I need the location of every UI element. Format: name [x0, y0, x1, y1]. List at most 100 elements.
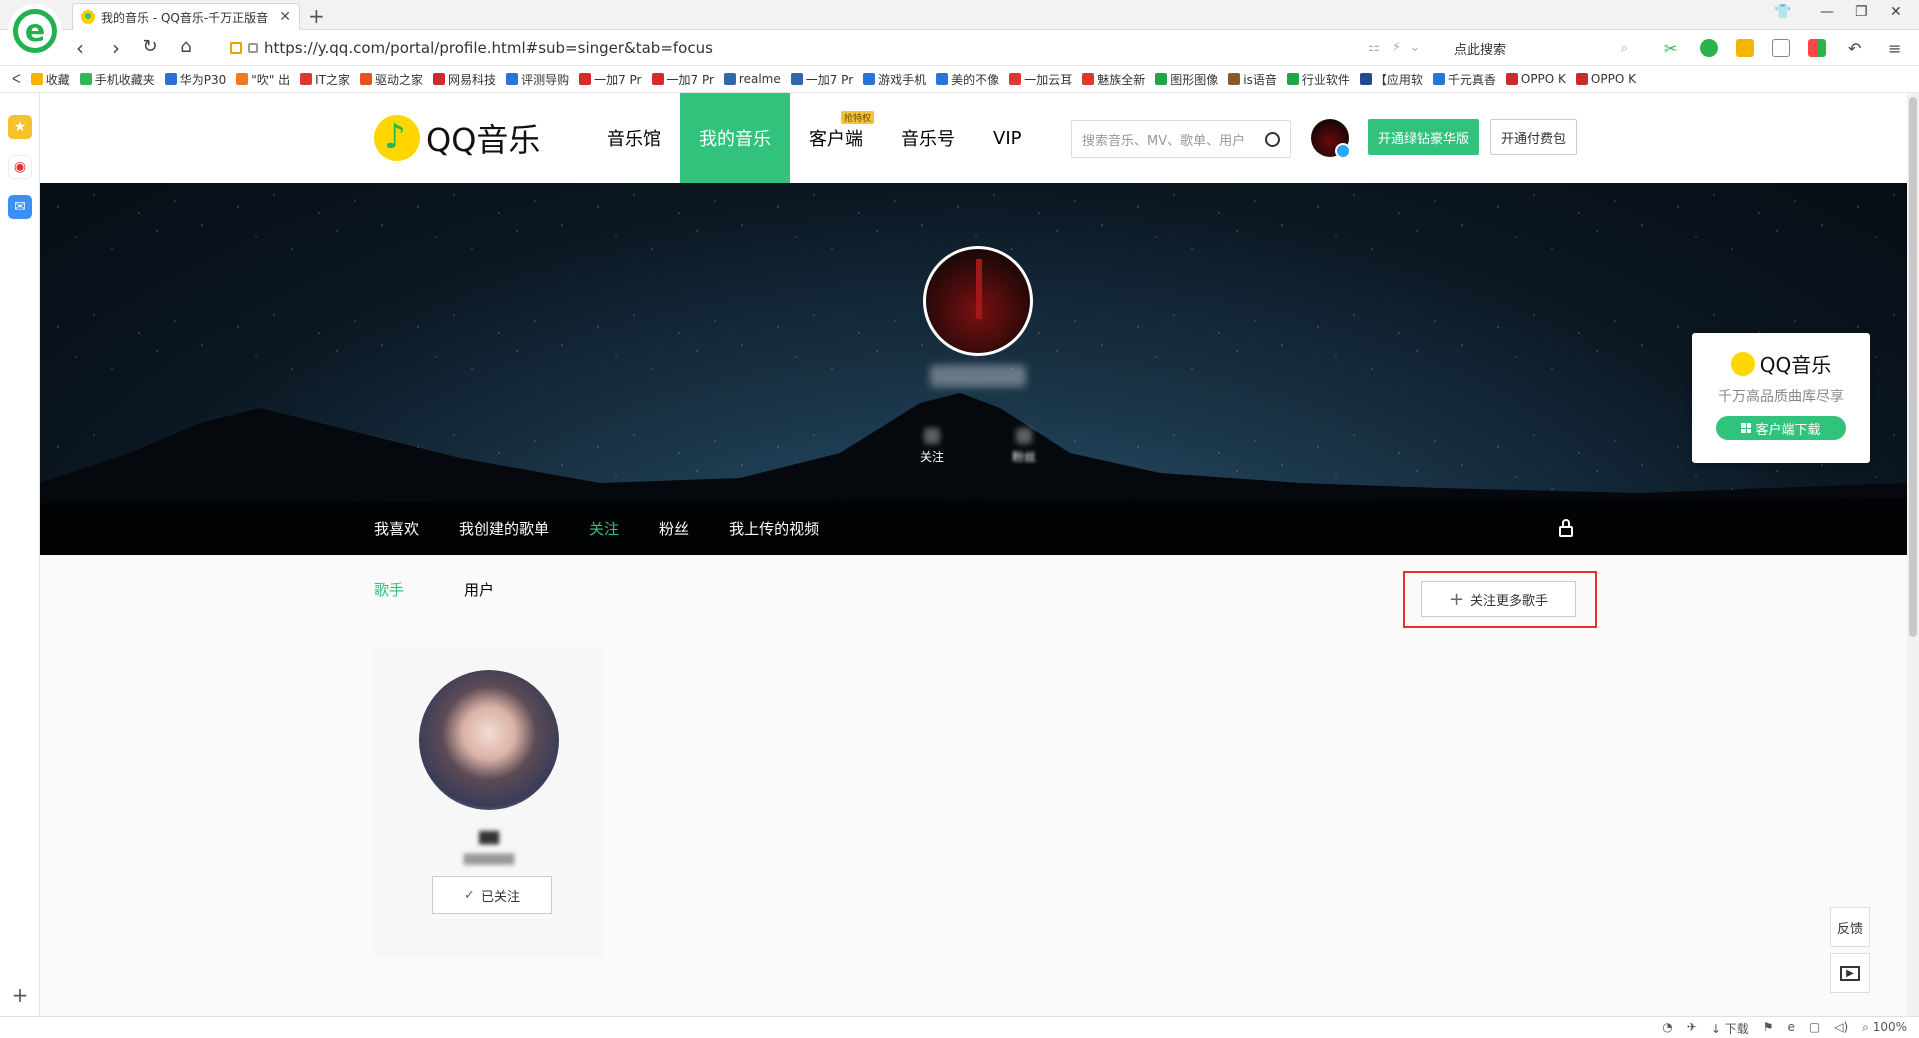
- bookmark-item[interactable]: 一加7 Pr: [651, 71, 714, 88]
- followed-button[interactable]: ✓ 已关注: [432, 876, 552, 914]
- minimize-icon[interactable]: —: [1820, 4, 1834, 20]
- browser-tab[interactable]: 我的音乐 - QQ音乐-千万正版音 ✕: [72, 3, 300, 30]
- translate-icon[interactable]: [1700, 39, 1718, 57]
- profile-avatar[interactable]: [923, 246, 1033, 356]
- home-icon[interactable]: ⌂: [174, 36, 198, 57]
- add-panel-icon[interactable]: +: [8, 983, 32, 1007]
- bookmark-item[interactable]: 图形图像: [1155, 71, 1218, 88]
- bookmark-item[interactable]: 华为P30: [164, 71, 226, 88]
- browser-tabbar: e 我的音乐 - QQ音乐-千万正版音 ✕ + 👕 — ❐ ✕: [0, 0, 1919, 58]
- favorites-star-icon[interactable]: ★: [8, 115, 32, 139]
- reload-icon[interactable]: ↻: [138, 36, 162, 57]
- side-rail: ★ ◉ ✉ +: [0, 93, 40, 1016]
- nav-my-music[interactable]: 我的音乐: [680, 93, 790, 183]
- singer-name-blurred[interactable]: ▇▇: [374, 830, 604, 845]
- search-icon[interactable]: [1265, 131, 1280, 147]
- browser-logo[interactable]: e: [8, 4, 62, 58]
- bookmark-item[interactable]: 收藏: [30, 71, 70, 88]
- bookmark-item[interactable]: OPPO K: [1575, 72, 1636, 86]
- scrollbar-thumb[interactable]: [1909, 97, 1917, 637]
- bookmark-item[interactable]: 网易科技: [433, 71, 496, 88]
- bookmark-label: 一加7 Pr: [666, 72, 714, 87]
- privacy-lock-icon[interactable]: [1558, 519, 1574, 537]
- tab-close-icon[interactable]: ✕: [279, 9, 291, 25]
- undo-icon[interactable]: ↶: [1848, 39, 1866, 58]
- bookmark-item[interactable]: 【应用软: [1359, 71, 1423, 88]
- profile-tabs: 我喜欢 我创建的歌单 关注 粉丝 我上传的视频: [374, 518, 819, 539]
- weibo-icon[interactable]: ◉: [8, 155, 32, 179]
- nav-music-hall[interactable]: 音乐馆: [588, 93, 680, 183]
- subtab-singers[interactable]: 歌手: [374, 579, 404, 600]
- new-tab-button[interactable]: +: [308, 4, 325, 28]
- qq-music-logo[interactable]: QQ音乐: [374, 115, 540, 161]
- bookmark-item[interactable]: 手机收藏夹: [79, 71, 155, 88]
- browser-search-input[interactable]: 点此搜索 ⌕: [1446, 36, 1636, 60]
- nav-client[interactable]: 客户端 抢特权: [790, 93, 882, 183]
- subtab-users[interactable]: 用户: [464, 579, 494, 600]
- download-card-brand-text: QQ音乐: [1759, 353, 1832, 377]
- tab-my-videos[interactable]: 我上传的视频: [729, 518, 819, 539]
- music-search-input[interactable]: 搜索音乐、MV、歌单、用户: [1071, 120, 1291, 158]
- bookmark-item[interactable]: is语音: [1228, 71, 1277, 88]
- bookmark-item[interactable]: 美的不像: [936, 71, 999, 88]
- nav-vip[interactable]: VIP: [974, 93, 1040, 183]
- bookmark-item[interactable]: 千元真香: [1432, 71, 1496, 88]
- bookmark-item[interactable]: IT之家: [300, 71, 350, 88]
- bookmark-favicon-icon: [79, 73, 92, 85]
- bookmark-item[interactable]: "吹" 出: [236, 71, 290, 88]
- menu-icon[interactable]: ≡: [1888, 39, 1906, 58]
- screenshot-icon[interactable]: [1772, 39, 1790, 57]
- bookmark-item[interactable]: 游戏手机: [863, 71, 926, 88]
- apps-icon[interactable]: [1808, 39, 1826, 57]
- volume-icon[interactable]: ◁): [1834, 1020, 1848, 1037]
- bookmark-item[interactable]: 评测导购: [506, 71, 569, 88]
- bookmark-item[interactable]: 一加7 Pr: [579, 71, 642, 88]
- singer-avatar[interactable]: [419, 670, 559, 810]
- bookmark-item[interactable]: 魅族全新: [1082, 71, 1145, 88]
- bookmark-item[interactable]: 一加云耳: [1009, 71, 1072, 88]
- url-field[interactable]: https://y.qq.com/portal/profile.html#sub…: [230, 37, 1410, 59]
- fans-stat[interactable]: 粉丝: [994, 428, 1054, 465]
- fans-count-blurred: [1016, 428, 1032, 444]
- tab-my-playlists[interactable]: 我创建的歌单: [459, 518, 549, 539]
- status-icon[interactable]: ◔: [1662, 1020, 1672, 1037]
- url-tools-icon[interactable]: ⚏ ⚡ ⌄: [1368, 40, 1420, 55]
- restore-icon[interactable]: ❐: [1855, 4, 1868, 20]
- tab-following[interactable]: 关注: [589, 518, 619, 539]
- close-window-icon[interactable]: ✕: [1890, 4, 1902, 20]
- url-text: https://y.qq.com/portal/profile.html#sub…: [264, 39, 713, 57]
- ie-icon[interactable]: e: [1787, 1020, 1794, 1037]
- forward-icon[interactable]: ›: [104, 36, 128, 60]
- search-icon[interactable]: ⌕: [1621, 41, 1628, 56]
- download-label: 下载: [1724, 1022, 1749, 1036]
- download-status[interactable]: ↓ 下载: [1711, 1020, 1749, 1037]
- window-icon[interactable]: ▢: [1809, 1020, 1820, 1037]
- vip-upgrade-button[interactable]: 开通绿钻豪华版: [1368, 119, 1480, 155]
- feedback-button[interactable]: 反馈: [1830, 907, 1870, 947]
- video-play-button[interactable]: ▶: [1830, 953, 1870, 993]
- nav-music-account[interactable]: 音乐号: [882, 93, 974, 183]
- zoom-status[interactable]: ⌕ 100%: [1862, 1020, 1907, 1037]
- page-scrollbar[interactable]: [1907, 93, 1919, 1016]
- bookmark-item[interactable]: OPPO K: [1505, 72, 1566, 86]
- shield-ext-icon[interactable]: [1736, 39, 1754, 57]
- bookmark-item[interactable]: 行业软件: [1286, 71, 1350, 88]
- tab-fans[interactable]: 粉丝: [659, 518, 689, 539]
- flag-icon[interactable]: ⚑: [1763, 1020, 1774, 1037]
- scissors-icon[interactable]: ✂: [1664, 39, 1682, 58]
- tab-my-likes[interactable]: 我喜欢: [374, 518, 419, 539]
- mail-icon[interactable]: ✉: [8, 195, 32, 219]
- privilege-badge: 抢特权: [840, 111, 874, 124]
- back-icon[interactable]: ‹: [68, 36, 92, 60]
- client-download-button[interactable]: 客户端下载: [1716, 416, 1846, 440]
- following-stat[interactable]: 关注: [902, 428, 962, 465]
- bookmarks-collapse-icon[interactable]: ᐸ: [12, 72, 21, 86]
- pin-icon[interactable]: ✈: [1687, 1020, 1697, 1037]
- shirt-skin-icon[interactable]: 👕: [1774, 4, 1791, 20]
- bookmark-favicon-icon: [651, 73, 664, 85]
- bookmark-item[interactable]: realme: [723, 72, 781, 86]
- user-avatar[interactable]: [1311, 119, 1351, 159]
- bookmark-item[interactable]: 驱动之家: [360, 71, 423, 88]
- pay-package-button[interactable]: 开通付费包: [1490, 119, 1578, 155]
- bookmark-item[interactable]: 一加7 Pr: [790, 71, 853, 88]
